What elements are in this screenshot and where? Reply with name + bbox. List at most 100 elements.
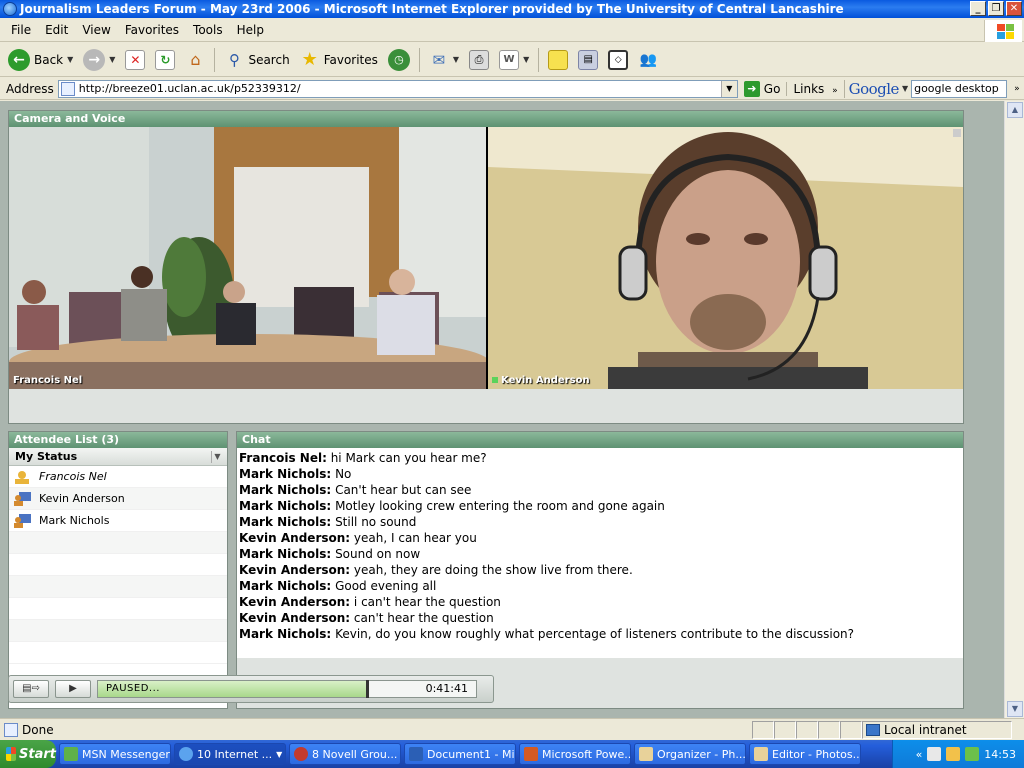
back-button[interactable]: ← Back ▼ (4, 46, 77, 74)
close-button[interactable]: ✕ (1006, 1, 1022, 16)
research-button[interactable]: ▤ (574, 46, 602, 74)
window-title: Journalism Leaders Forum - May 23rd 2006… (20, 2, 844, 16)
task-organizer[interactable]: Organizer - Ph... (634, 743, 746, 765)
status-dropdown-icon[interactable]: ▼ (211, 451, 223, 463)
back-label: Back (34, 52, 64, 67)
play-button[interactable]: ▶ (55, 680, 91, 698)
minimize-button[interactable]: _ (970, 1, 986, 16)
search-icon: ⚲ (228, 50, 240, 69)
speaking-indicator-icon (492, 377, 498, 383)
address-input[interactable]: http://breeze01.uclan.ac.uk/p52339312/ ▼ (57, 79, 738, 98)
tray-messenger-icon[interactable] (965, 747, 980, 761)
window-title-bar[interactable]: Journalism Leaders Forum - May 23rd 2006… (0, 0, 1024, 18)
menu-help[interactable]: Help (230, 23, 271, 37)
address-bar: Address http://breeze01.uclan.ac.uk/p523… (0, 78, 1024, 100)
task-label: Document1 - Mi... (427, 747, 516, 761)
tray-network-icon[interactable] (946, 747, 961, 761)
attendee-row-empty (9, 598, 227, 620)
chat-pod-title: Chat (237, 432, 963, 448)
print-button[interactable]: ⎙ (465, 46, 493, 74)
scroll-down-icon[interactable]: ▼ (1007, 701, 1023, 717)
stop-button[interactable]: ✕ (121, 46, 149, 74)
notes-button[interactable] (544, 46, 572, 74)
refresh-button[interactable]: ↻ (151, 46, 179, 74)
mail-button[interactable]: ✉ ▼ (425, 46, 463, 74)
intranet-icon (866, 723, 880, 736)
menu-file[interactable]: File (4, 23, 38, 37)
status-cell (752, 720, 774, 739)
mail-dropdown-icon[interactable]: ▼ (453, 55, 459, 64)
presenter-video (488, 127, 963, 389)
maximize-button[interactable]: ❐ (988, 1, 1004, 16)
tray-help-icon[interactable] (927, 747, 942, 761)
task-label: Editor - Photos... (772, 747, 861, 761)
task-photoshop-editor[interactable]: Editor - Photos... (749, 743, 861, 765)
powerpoint-icon (524, 747, 538, 761)
forward-dropdown-icon[interactable]: ▼ (109, 55, 115, 64)
edit-button[interactable]: W ▼ (495, 46, 533, 74)
home-button[interactable]: ⌂ (181, 46, 209, 74)
forward-button[interactable]: → ▼ (79, 46, 119, 74)
task-powerpoint[interactable]: Microsoft Powe... (519, 743, 631, 765)
address-label: Address (6, 81, 54, 96)
google-chevron-icon[interactable]: » (1014, 84, 1020, 94)
history-button[interactable]: ◷ (384, 46, 414, 74)
attendee-row[interactable]: Kevin Anderson (9, 488, 227, 510)
messenger-button[interactable]: 👥 (634, 46, 662, 74)
menu-tools[interactable]: Tools (186, 23, 230, 37)
tray-chevron-icon[interactable]: « (916, 748, 923, 761)
attendee-row-empty (9, 642, 227, 664)
progress-thumb[interactable] (366, 680, 369, 698)
groupwise-icon (294, 747, 308, 761)
links-chevron-icon: » (832, 85, 838, 96)
zone-text: Local intranet (884, 722, 967, 737)
start-label: Start (19, 746, 56, 762)
search-label: Search (248, 52, 290, 67)
window-tool-button[interactable]: ◇ (604, 46, 632, 74)
attendee-row-empty (9, 620, 227, 642)
task-msn-messenger[interactable]: MSN Messenger (59, 743, 171, 765)
page-scrollbar[interactable]: ▲ ▼ (1004, 101, 1024, 718)
google-logo[interactable]: Google (849, 80, 900, 98)
chat-message: Mark Nichols: Good evening all (239, 579, 437, 593)
task-label: MSN Messenger (82, 747, 170, 761)
task-internet-explorer[interactable]: 10 Internet ... ▼ (174, 743, 286, 765)
playback-bar: ▤⇨ ▶ PAUSED... 0:41:41 (8, 675, 494, 703)
links-button[interactable]: Links » (786, 81, 843, 96)
video-feed-francois: Francois Nel (9, 127, 486, 389)
favorites-button[interactable]: ★ Favorites (296, 46, 382, 74)
search-button[interactable]: ⚲ Search (220, 46, 293, 74)
task-label: Microsoft Powe... (542, 747, 631, 761)
edit-dropdown-icon[interactable]: ▼ (523, 55, 529, 64)
menu-favorites[interactable]: Favorites (118, 23, 186, 37)
menu-view[interactable]: View (75, 23, 117, 37)
task-word-document[interactable]: Document1 - Mi... (404, 743, 516, 765)
google-search-input[interactable] (911, 79, 1008, 98)
feed2-name-label: Kevin Anderson (492, 375, 590, 386)
chat-message: Kevin Anderson: yeah, they are doing the… (239, 563, 633, 577)
pod-scroll-up-icon[interactable] (953, 129, 961, 137)
chat-messages[interactable]: Francois Nel: hi Mark can you hear me? M… (237, 448, 963, 658)
start-button[interactable]: Start (0, 740, 56, 768)
google-dropdown-icon[interactable]: ▼ (902, 84, 908, 93)
address-dropdown-icon[interactable]: ▼ (720, 80, 737, 97)
back-dropdown-icon[interactable]: ▼ (67, 55, 73, 64)
forward-arrow-icon: → (83, 48, 106, 71)
video-feeds: Francois Nel Kevin Anderson (9, 127, 963, 389)
my-status-dropdown[interactable]: My Status ▼ (9, 448, 227, 466)
attendee-row[interactable]: Mark Nichols (9, 510, 227, 532)
camera-pod-title: Camera and Voice (9, 111, 963, 127)
clock[interactable]: 14:53 (984, 748, 1016, 761)
playback-progress[interactable]: PAUSED... 0:41:41 (97, 680, 477, 698)
menu-edit[interactable]: Edit (38, 23, 75, 37)
feed2-name: Kevin Anderson (501, 375, 590, 386)
playlist-button[interactable]: ▤⇨ (13, 680, 49, 698)
go-button[interactable]: ➜ Go (738, 80, 787, 97)
chat-message: Kevin Anderson: i can't hear the questio… (239, 595, 501, 609)
task-label: Organizer - Ph... (657, 747, 746, 761)
status-text: Done (22, 722, 54, 737)
scroll-up-icon[interactable]: ▲ (1007, 102, 1023, 118)
attendee-row[interactable]: Francois Nel (9, 466, 227, 488)
task-novell-groupwise[interactable]: 8 Novell Grou... ▼ (289, 743, 401, 765)
zone-cell: Local intranet (862, 720, 1012, 739)
